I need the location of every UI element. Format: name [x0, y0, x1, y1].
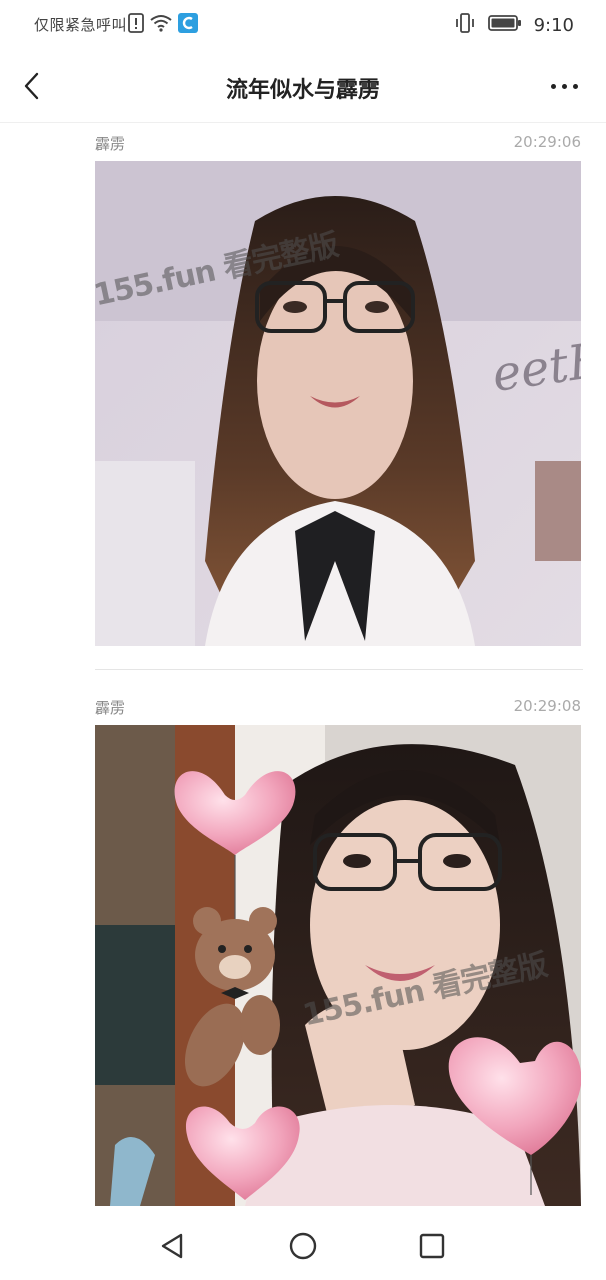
post-photo[interactable]: eetFr 155.fun 看完整版: [95, 161, 581, 646]
post-timestamp: 20:29:06: [513, 133, 581, 151]
system-nav-bar: [0, 1206, 606, 1280]
status-icons-right: 9:10: [454, 12, 574, 38]
carrier-text: 仅限紧急呼叫: [34, 16, 128, 34]
more-options-button[interactable]: [544, 76, 584, 96]
post-author: 霹雳: [95, 135, 126, 153]
chat-header: 流年似水与霹雳: [0, 52, 606, 123]
status-icons-left: [128, 13, 198, 37]
circle-home-icon: [289, 1232, 317, 1260]
nav-home-button[interactable]: [283, 1226, 323, 1266]
status-time: 9:10: [533, 14, 574, 36]
status-bar: 仅限紧急呼叫 9:10: [0, 0, 606, 52]
more-dots-icon: [550, 83, 556, 89]
selfie-photo: eetFr: [95, 161, 581, 646]
battery-icon: [487, 14, 522, 36]
page-title: 流年似水与霹雳: [225, 78, 380, 103]
post-meta: 霹雳 20:29:06: [95, 133, 581, 157]
wifi-icon: [149, 13, 173, 37]
post-timestamp: 20:29:08: [513, 697, 581, 715]
nav-back-button[interactable]: [152, 1226, 192, 1266]
triangle-back-icon: [161, 1233, 183, 1259]
nav-recent-button[interactable]: [412, 1226, 452, 1266]
post-divider: [95, 669, 583, 670]
post-author: 霹雳: [95, 699, 126, 717]
sim-alert-icon: [128, 13, 144, 37]
square-recent-icon: [419, 1233, 445, 1259]
post-meta: 霹雳 20:29:08: [95, 697, 581, 721]
app-notification-icon: [178, 13, 198, 37]
vibrate-icon: [454, 12, 476, 38]
post-photo[interactable]: 155.fun 看完整版: [95, 725, 581, 1206]
